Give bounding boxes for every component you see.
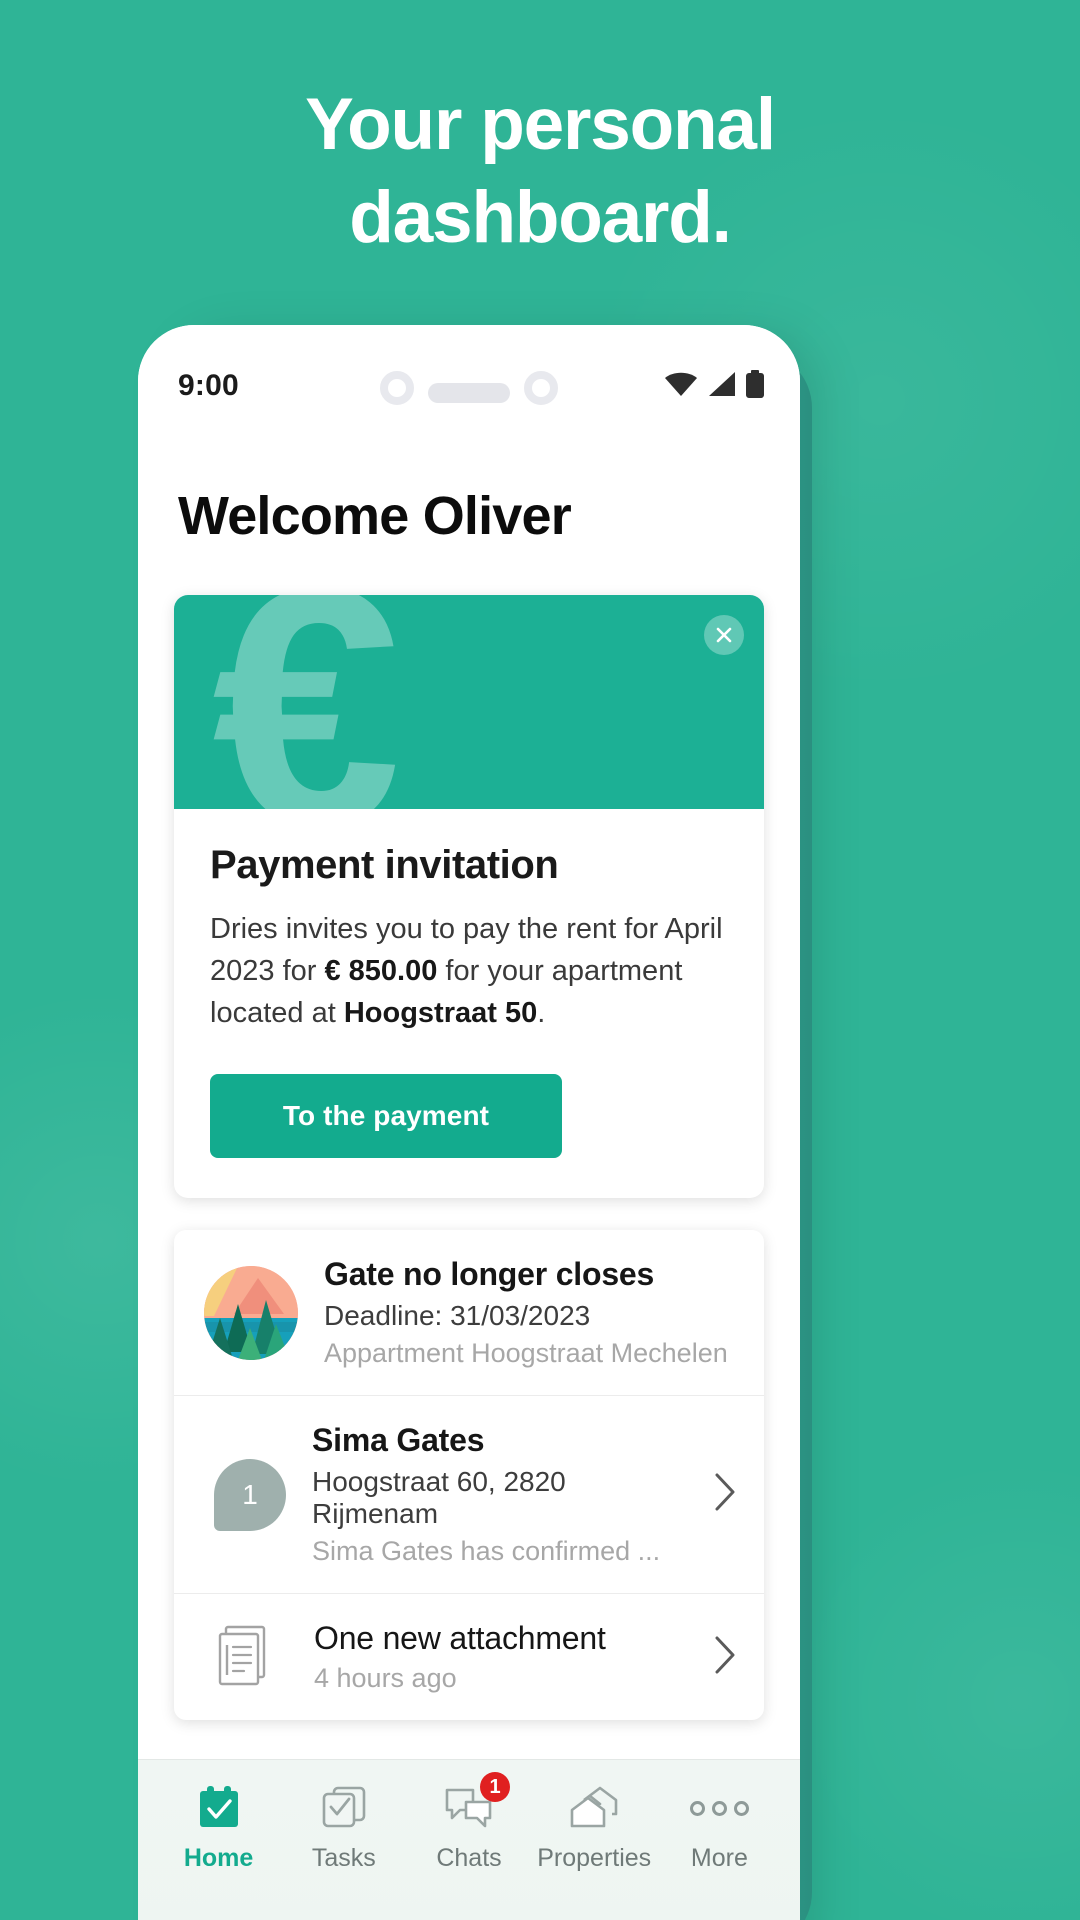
status-time: 9:00 <box>178 369 239 402</box>
tab-label: Properties <box>537 1844 652 1872</box>
tab-home[interactable]: Home <box>156 1782 281 1873</box>
screen-content: Welcome Oliver € Payment invitation Drie… <box>138 447 800 1759</box>
list-item-subtitle: Deadline: 31/03/2023 <box>324 1300 591 1332</box>
tab-label: Tasks <box>311 1844 376 1872</box>
chevron-right-icon[interactable] <box>714 1635 736 1680</box>
tab-label: Chats <box>436 1844 502 1872</box>
list-item[interactable]: Gate no longer closes Deadline: 31/03/20… <box>174 1230 764 1397</box>
list-item-title: Gate no longer closes <box>324 1256 655 1293</box>
camera-lens-icon <box>380 371 414 405</box>
euro-symbol-icon: € <box>212 595 401 809</box>
tab-bar: Home Tasks 1 Chats Properties More <box>138 1772 800 1873</box>
cellular-signal-icon <box>708 371 736 402</box>
list-item-body: Sima Gates Hoogstraat 60, 2820 Rijmenam … <box>312 1422 682 1567</box>
payment-card-hero: € <box>174 595 764 809</box>
chat-bubbles-icon: 1 <box>444 1772 510 1834</box>
dot-1 <box>689 1800 705 1816</box>
to-the-payment-button[interactable]: To the payment <box>210 1074 562 1159</box>
phone-screen: 9:00 Welcome Oliver € Payment invitation… <box>138 325 800 1920</box>
phone-frame: 9:00 Welcome Oliver € Payment invitation… <box>138 325 800 1920</box>
unread-count-badge: 1 <box>214 1458 286 1531</box>
promo-headline-line-1: Your personal <box>305 84 776 165</box>
earpiece-speaker <box>428 383 510 403</box>
bottom-navigation: Home Tasks 1 Chats Properties More <box>138 1759 800 1920</box>
tab-chats[interactable]: 1 Chats <box>406 1772 531 1873</box>
dot-3 <box>733 1800 749 1816</box>
tab-label: More <box>690 1844 748 1872</box>
payment-address: Hoogstraat 50 <box>343 997 538 1030</box>
list-item-meta: Sima Gates has confirmed ... <box>312 1536 661 1567</box>
payment-text-part-3: . <box>537 997 546 1030</box>
wifi-icon <box>664 371 698 402</box>
list-item-subtitle: Hoogstraat 60, 2820 Rijmenam <box>312 1466 566 1530</box>
tab-properties[interactable]: Properties <box>532 1782 657 1873</box>
payment-card-body: Payment invitation Dries invites you to … <box>174 809 764 1198</box>
list-item-body: Gate no longer closes Deadline: 31/03/20… <box>324 1256 736 1369</box>
promo-headline-line-2: dashboard. <box>349 177 732 259</box>
payment-amount: € 850.00 <box>324 955 438 988</box>
tab-label: Home <box>183 1844 254 1872</box>
list-item-meta: Appartment Hoogstraat Mechelen <box>324 1338 728 1369</box>
tab-more[interactable]: More <box>657 1782 782 1873</box>
list-item-body: One new attachment 4 hours ago <box>314 1620 682 1694</box>
list-item-title: One new attachment <box>314 1620 606 1657</box>
tab-tasks[interactable]: Tasks <box>281 1782 406 1873</box>
list-item-title: Sima Gates <box>312 1422 485 1459</box>
list-item[interactable]: One new attachment 4 hours ago <box>174 1594 764 1720</box>
list-item-subtitle: 4 hours ago <box>314 1663 457 1694</box>
close-icon[interactable] <box>704 615 744 655</box>
payment-card-description: Dries invites you to pay the rent for Ap… <box>210 908 728 1034</box>
promo-headline: Your personal dashboard. <box>0 78 1080 265</box>
three-dots-icon <box>689 1782 749 1834</box>
notification-list-card: Gate no longer closes Deadline: 31/03/20… <box>174 1230 764 1721</box>
status-icons <box>664 369 764 403</box>
list-item[interactable]: 1 Sima Gates Hoogstraat 60, 2820 Rijmena… <box>174 1396 764 1595</box>
landscape-photo-avatar <box>204 1265 298 1360</box>
battery-icon <box>746 369 764 403</box>
houses-icon <box>568 1782 620 1834</box>
status-bar: 9:00 <box>138 325 800 447</box>
chats-unread-badge: 1 <box>480 1772 510 1802</box>
document-icon <box>216 1623 288 1692</box>
calendar-check-icon <box>196 1782 242 1834</box>
payment-card-title: Payment invitation <box>210 843 559 887</box>
sensor-lens-icon <box>524 371 558 405</box>
chevron-right-icon[interactable] <box>714 1472 736 1517</box>
page-title: Welcome Oliver <box>178 486 572 546</box>
dot-2 <box>711 1800 727 1816</box>
payment-invitation-card: € Payment invitation Dries invites you t… <box>174 595 764 1199</box>
checklist-stack-icon <box>320 1782 368 1834</box>
